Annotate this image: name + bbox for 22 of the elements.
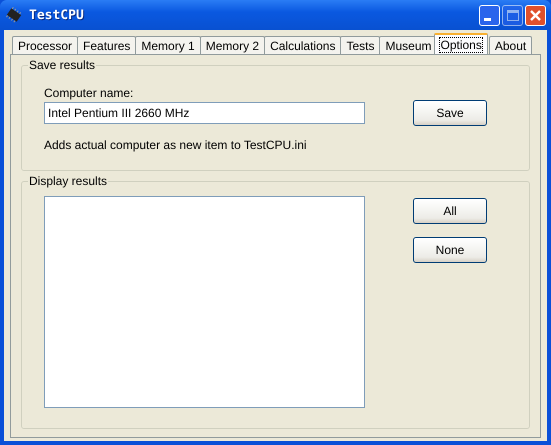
tab[interactable]: Calculations — [264, 36, 342, 54]
minimize-icon — [484, 18, 491, 20]
group-title: Save results — [28, 58, 96, 72]
tab[interactable]: Memory 2 — [200, 36, 266, 54]
close-icon — [530, 10, 541, 20]
field-label: Computer name: — [44, 86, 134, 100]
save-button[interactable]: Save — [413, 100, 487, 126]
window-title: TestCPU — [29, 8, 84, 22]
tab[interactable]: Processor — [12, 36, 78, 54]
hint-text: Adds actual computer as new item to TestCPU.ini — [44, 138, 308, 152]
tab[interactable]: About — [488, 36, 532, 54]
minimize-button[interactable] — [479, 4, 500, 26]
none-button[interactable]: None — [413, 237, 487, 263]
tab[interactable]: Features — [77, 36, 136, 54]
maximize-icon — [506, 10, 518, 20]
group-title: Display results — [28, 174, 108, 188]
tab[interactable]: Memory 1 — [135, 36, 201, 54]
tab[interactable]: Options — [434, 33, 488, 54]
all-button[interactable]: All — [413, 198, 487, 224]
computer-name-field[interactable]: Intel Pentium III 2660 MHz — [44, 102, 365, 124]
tab[interactable]: Tests — [340, 36, 380, 54]
close-button[interactable] — [525, 4, 546, 26]
